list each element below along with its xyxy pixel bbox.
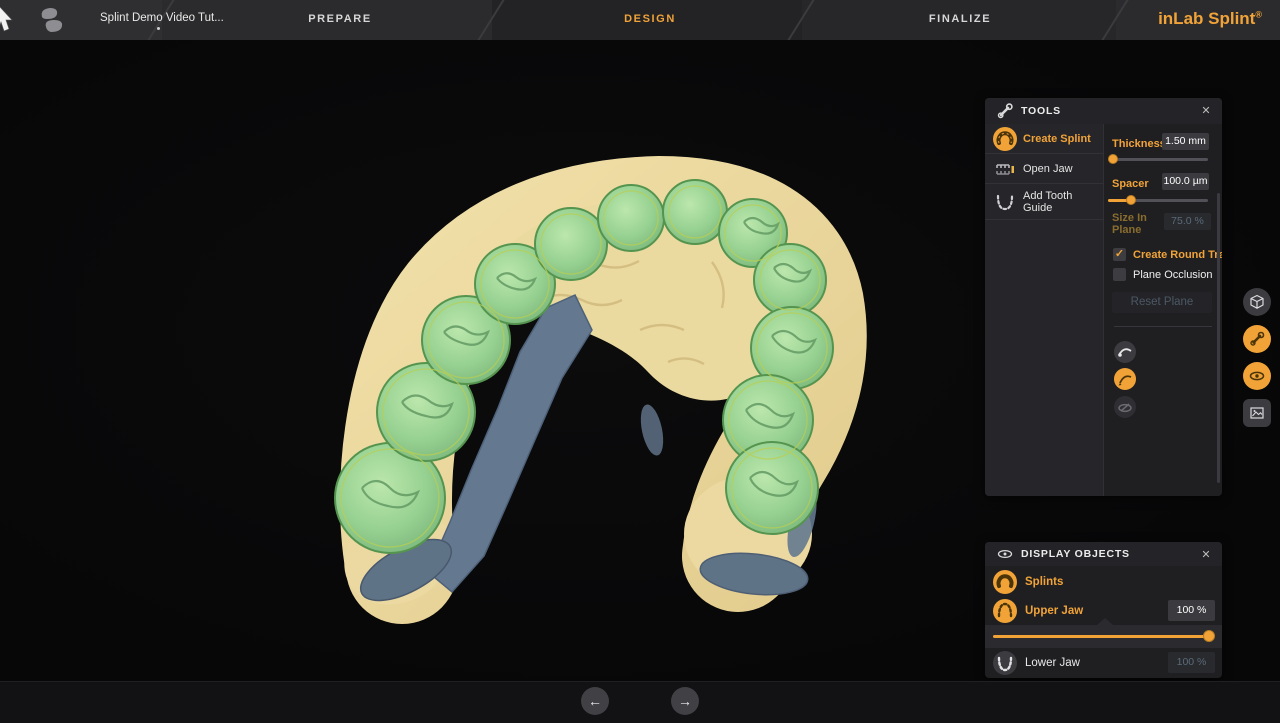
phase-tab-design[interactable]: DESIGN [590, 13, 710, 25]
sirona-logo-icon [38, 7, 72, 34]
tool-add-tooth-guide[interactable]: Add Tooth Guide [985, 184, 1104, 220]
cube-icon [1249, 294, 1265, 310]
app-logo: inLab Splint® [1158, 9, 1262, 29]
tool-label: Open Jaw [1023, 163, 1073, 175]
mouse-cursor [0, 4, 16, 38]
spacer-label: Spacer [1112, 178, 1149, 190]
tools-close-button[interactable]: ✕ [1198, 103, 1214, 119]
phase-tab-finalize[interactable]: FINALIZE [900, 13, 1020, 25]
top-phase-bar: Splint Demo Video Tut... PREPARE DESIGN … [0, 0, 1280, 40]
step-forward-button[interactable]: → [671, 687, 699, 715]
step-back-button[interactable]: ← [581, 687, 609, 715]
tool-label: Add Tooth Guide [1023, 190, 1095, 214]
tool-open-jaw[interactable]: Open Jaw [985, 154, 1104, 184]
model-viewport[interactable]: TOOLS ✕ Create Splint [0, 40, 1280, 681]
edit-occlusal-plane-icon [1114, 396, 1136, 418]
view-options-button[interactable] [1243, 288, 1271, 316]
bottom-bar [0, 681, 1280, 723]
display-objects-panel: DISPLAY OBJECTS ✕ Splints Upper Jaw 100 … [985, 542, 1222, 678]
wrench-icon [1249, 331, 1265, 347]
splints-icon [993, 570, 1017, 594]
display-objects-toggle-button[interactable] [1243, 362, 1271, 390]
reset-plane-button[interactable]: Reset Plane [1112, 292, 1212, 313]
tools-toggle-button[interactable] [1243, 325, 1271, 353]
upper-jaw-opacity-knob[interactable] [1203, 630, 1215, 642]
thickness-slider-knob[interactable] [1108, 154, 1118, 164]
panel-scrollbar[interactable] [1217, 193, 1220, 483]
tools-panel-header[interactable]: TOOLS ✕ [985, 98, 1222, 124]
upper-jaw-label: Upper Jaw [1025, 605, 1083, 617]
display-objects-close-button[interactable]: ✕ [1198, 547, 1214, 563]
size-in-plane-value: 75.0 % [1164, 213, 1211, 230]
thickness-label: Thickness [1112, 138, 1166, 150]
display-objects-title: DISPLAY OBJECTS [1021, 548, 1130, 560]
slider-notch [1097, 618, 1113, 625]
tool-label: Create Splint [1023, 133, 1091, 145]
display-item-splints[interactable]: Splints [985, 568, 1222, 596]
edit-line-icon[interactable] [1114, 368, 1136, 390]
image-icon [1249, 405, 1265, 421]
lower-jaw-icon [993, 651, 1017, 675]
display-objects-header[interactable]: DISPLAY OBJECTS ✕ [985, 542, 1222, 566]
upper-jaw-opacity-slider[interactable] [993, 635, 1213, 638]
lower-jaw-label: Lower Jaw [1025, 657, 1080, 669]
tools-panel: TOOLS ✕ Create Splint [985, 98, 1222, 496]
app-logo-mark: ® [1255, 9, 1262, 19]
create-round-label: Create Round Tra [1133, 249, 1222, 261]
status-dot [157, 27, 160, 30]
thickness-value[interactable]: 1.50 mm [1162, 133, 1209, 150]
create-splint-icon [993, 127, 1017, 151]
upper-jaw-icon [993, 599, 1017, 623]
splint-mesh [335, 180, 833, 553]
tools-panel-title: TOOLS [1021, 105, 1061, 117]
size-in-plane-label: Size In Plane [1112, 212, 1164, 236]
lower-jaw-opacity-value: 100 % [1168, 652, 1215, 673]
app-window: Splint Demo Video Tut... PREPARE DESIGN … [0, 0, 1280, 723]
spacer-value[interactable]: 100.0 µm [1162, 173, 1209, 190]
snapshot-button[interactable] [1243, 399, 1271, 427]
wrench-icon [997, 103, 1013, 119]
eye-icon [997, 546, 1013, 562]
thickness-slider[interactable] [1108, 158, 1208, 161]
tool-list: Create Splint Open Jaw [985, 124, 1104, 496]
drag-line-icon[interactable] [1114, 341, 1136, 363]
phase-tab-prepare[interactable]: PREPARE [280, 13, 400, 25]
project-title[interactable]: Splint Demo Video Tut... [100, 12, 224, 24]
plane-occlusion-label: Plane Occlusion [1133, 269, 1213, 281]
add-tooth-guide-icon [993, 190, 1017, 214]
app-logo-text: inLab Splint [1158, 9, 1255, 28]
upper-jaw-opacity-slider-row [985, 625, 1222, 648]
spacer-slider-knob[interactable] [1126, 195, 1136, 205]
open-jaw-icon [993, 157, 1017, 181]
tool-create-splint[interactable]: Create Splint [985, 124, 1104, 154]
display-item-lower-jaw[interactable]: Lower Jaw 100 % [985, 649, 1222, 677]
eye-icon [1248, 367, 1266, 385]
upper-jaw-opacity-value[interactable]: 100 % [1168, 600, 1215, 621]
create-round-checkbox[interactable]: ✓ [1113, 248, 1126, 261]
splints-label: Splints [1025, 576, 1063, 588]
plane-occlusion-checkbox[interactable] [1113, 268, 1126, 281]
